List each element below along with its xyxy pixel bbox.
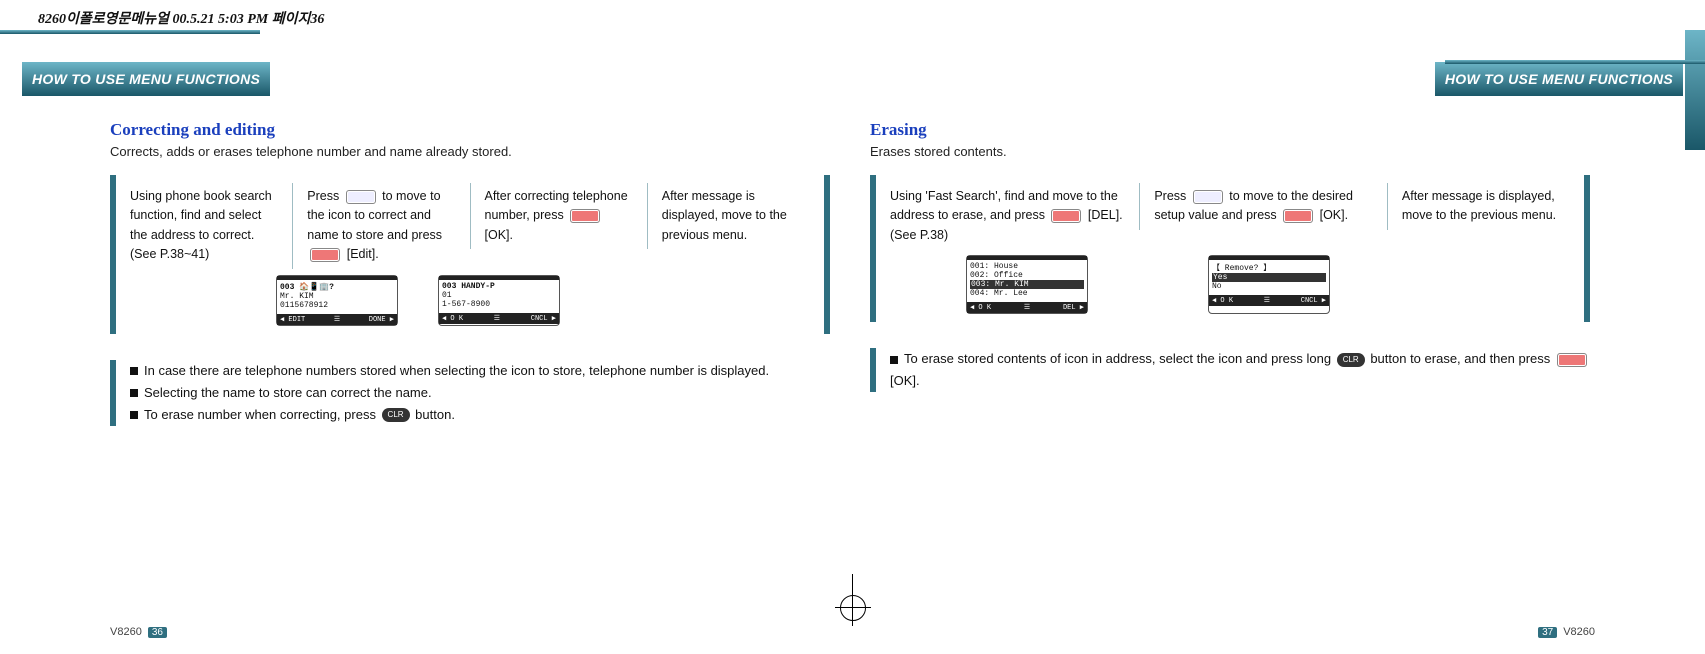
note-2: Selecting the name to store can correct … — [130, 382, 830, 404]
step-2: Press to move to the desired setup value… — [1139, 183, 1387, 230]
notes-left: In case there are telephone numbers stor… — [110, 360, 830, 426]
left-page: Correcting and editing Corrects, adds or… — [110, 120, 830, 426]
phone-screen-4: 【 Remove? 】YesNo◀ O K☰CNCL ▶ — [1208, 255, 1330, 314]
note-3: To erase number when correcting, press C… — [130, 404, 830, 426]
section-tab-left: HOW TO USE MENU FUNCTIONS — [22, 62, 270, 96]
model-label: V8260 — [110, 626, 142, 638]
phone-screen-2: 003 HANDY-P011-567-8900◀ O K☰CNCL ▶ — [438, 275, 560, 326]
model-label: V8260 — [1563, 626, 1595, 638]
page-top-rule-right — [1685, 30, 1705, 150]
page-number-right: 37 — [1538, 627, 1557, 638]
phone-screen-1: 003 🏠📱🏢?Mr. KIM0115678912◀ EDIT☰DONE ▶ — [276, 275, 398, 326]
section-desc-right: Erases stored contents. — [870, 144, 1590, 159]
bullet-icon — [890, 356, 898, 364]
doc-header: 8260이폴로영문메뉴얼 00.5.21 5:03 PM 페이지36 — [38, 8, 324, 28]
footer-right: 37 V8260 — [1538, 626, 1595, 638]
footer-left: V8260 36 — [110, 626, 167, 638]
register-mark-icon — [840, 595, 866, 621]
bullet-icon — [130, 367, 138, 375]
step-2: Press to move to the icon to correct and… — [292, 183, 469, 269]
screens-right: 001: House002: Office003: Mr. KIM004: Mr… — [966, 255, 1584, 314]
note-1: In case there are telephone numbers stor… — [130, 360, 830, 382]
section-title-left: Correcting and editing — [110, 120, 830, 140]
phone-screen-3: 001: House002: Office003: Mr. KIM004: Mr… — [966, 255, 1088, 314]
section-title-right: Erasing — [870, 120, 1590, 140]
step-1: Using phone book search function, find a… — [116, 183, 292, 269]
bullet-icon — [130, 411, 138, 419]
steps-row: Using phone book search function, find a… — [116, 183, 824, 269]
steps-row: Using 'Fast Search', find and move to th… — [876, 183, 1584, 249]
step-4: After message is displayed, move to the … — [647, 183, 824, 249]
step-3: After message is displayed, move to the … — [1387, 183, 1584, 230]
page-number-left: 36 — [148, 627, 167, 638]
section-tab-right: HOW TO USE MENU FUNCTIONS — [1435, 62, 1683, 96]
notes-right: To erase stored contents of icon in addr… — [870, 348, 1590, 392]
right-page: Erasing Erases stored contents. Using 'F… — [870, 120, 1590, 392]
note-1: To erase stored contents of icon in addr… — [890, 348, 1590, 392]
steps-frame-left: Using phone book search function, find a… — [110, 175, 830, 334]
page-top-rule-left — [0, 30, 260, 34]
screens-left: 003 🏠📱🏢?Mr. KIM0115678912◀ EDIT☰DONE ▶ 0… — [276, 275, 824, 326]
step-3: After correcting telephone number, press… — [470, 183, 647, 249]
bullet-icon — [130, 389, 138, 397]
section-desc-left: Corrects, adds or erases telephone numbe… — [110, 144, 830, 159]
steps-frame-right: Using 'Fast Search', find and move to th… — [870, 175, 1590, 322]
step-1: Using 'Fast Search', find and move to th… — [876, 183, 1139, 249]
